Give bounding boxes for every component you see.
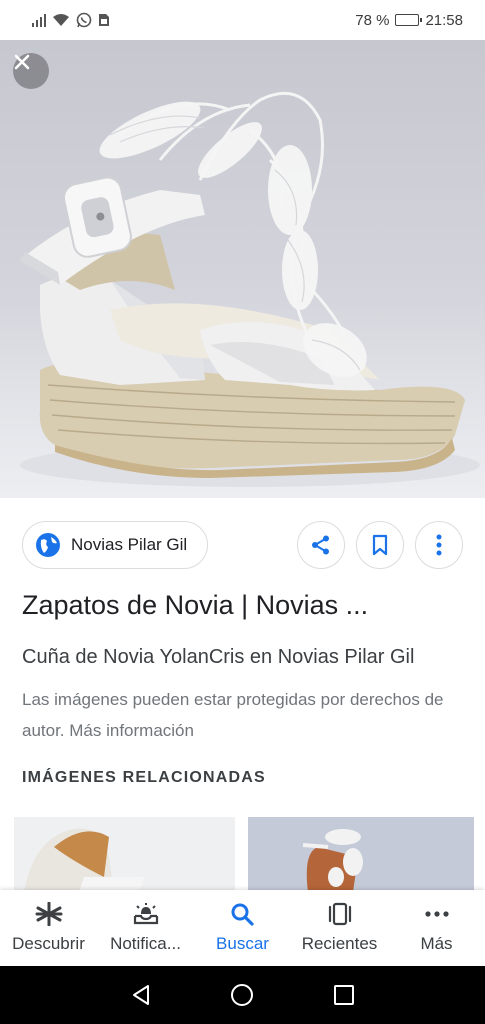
related-image-thumbnail[interactable] xyxy=(248,817,474,892)
hero-image[interactable] xyxy=(0,40,485,498)
back-triangle-icon xyxy=(132,985,149,1005)
bookmark-icon xyxy=(372,534,388,556)
status-right: 78 % 21:58 xyxy=(355,12,463,29)
home-circle-icon xyxy=(231,984,254,1006)
source-chip[interactable]: Novias Pilar Gil xyxy=(22,521,208,569)
related-image-thumbnail[interactable] xyxy=(14,817,235,892)
signal-icon xyxy=(32,13,46,27)
bookmark-button[interactable] xyxy=(356,521,404,569)
bottom-navigation: Descubrir Notifica... Buscar Recientes M… xyxy=(0,890,485,966)
nav-label: Buscar xyxy=(216,934,269,953)
white-shoe-image xyxy=(24,828,144,892)
globe-icon xyxy=(36,533,60,557)
share-icon xyxy=(312,535,329,555)
wedding-wedge-shoe-image xyxy=(20,91,480,487)
status-icons xyxy=(32,12,110,28)
battery-percent: 78 % xyxy=(355,11,390,29)
sim-icon xyxy=(99,14,109,26)
whatsapp-icon xyxy=(76,12,92,28)
nav-search[interactable]: Buscar xyxy=(194,890,291,966)
battery-icon xyxy=(395,14,423,26)
lace-shoe-image xyxy=(302,829,363,892)
nav-label: Recientes xyxy=(301,934,378,953)
home-button[interactable] xyxy=(230,983,254,1007)
recents-icon xyxy=(328,902,351,926)
search-icon xyxy=(231,903,254,926)
nav-recents[interactable]: Recientes xyxy=(291,890,388,966)
nav-label: Notifica... xyxy=(110,934,181,953)
result-title[interactable]: Zapatos de Novia | Novias ... xyxy=(22,590,467,621)
nav-notifications[interactable]: Notifica... xyxy=(97,890,194,966)
status-bar: 78 % 21:58 xyxy=(0,0,485,40)
copyright-notice[interactable]: Las imágenes pueden estar protegidas por… xyxy=(22,684,467,746)
more-vertical-icon xyxy=(436,534,442,556)
result-subtitle: Cuña de Novia YolanCris en Novias Pilar … xyxy=(22,646,415,668)
nav-more[interactable]: Más xyxy=(388,890,485,966)
related-images-header: IMÁGENES RELACIONADAS xyxy=(22,769,266,786)
share-button[interactable] xyxy=(297,521,345,569)
nav-discover[interactable]: Descubrir xyxy=(0,890,97,966)
more-options-button[interactable] xyxy=(415,521,463,569)
back-button[interactable] xyxy=(129,983,153,1007)
wifi-icon xyxy=(53,14,69,26)
asterisk-icon xyxy=(35,902,62,926)
more-horizontal-icon xyxy=(424,911,449,917)
square-icon xyxy=(334,985,355,1005)
source-label: Novias Pilar Gil xyxy=(71,535,188,554)
recent-apps-button[interactable] xyxy=(332,983,356,1007)
clock: 21:58 xyxy=(425,11,463,29)
close-button[interactable] xyxy=(13,53,49,89)
bell-tray-icon xyxy=(133,903,158,925)
system-navigation xyxy=(0,966,485,1024)
close-icon xyxy=(14,54,30,70)
nav-label: Descubrir xyxy=(12,934,85,953)
nav-label: Más xyxy=(420,934,453,953)
